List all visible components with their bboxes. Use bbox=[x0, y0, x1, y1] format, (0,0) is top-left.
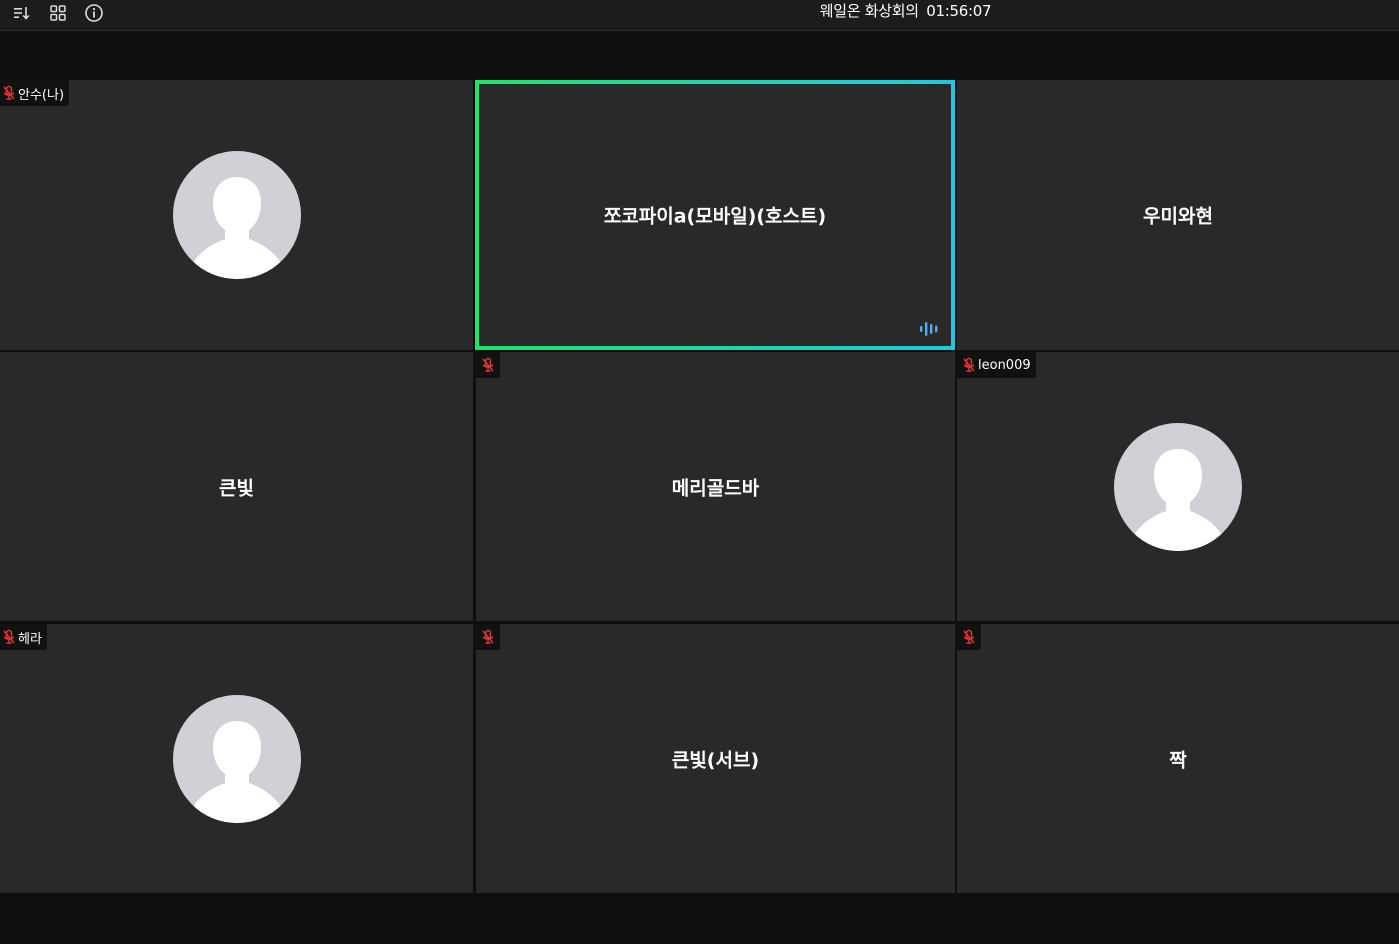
meeting-title: 웨일온 화상회의 01:56:07 bbox=[0, 0, 1399, 24]
participant-badge: leon009 bbox=[957, 352, 1036, 378]
muted-mic-icon bbox=[962, 629, 976, 645]
meeting-timer: 01:56:07 bbox=[926, 2, 992, 20]
participant-tile[interactable]: 우미와현 bbox=[957, 80, 1399, 350]
participant-tile[interactable]: 헤라 bbox=[0, 624, 473, 893]
bottom-bar bbox=[0, 893, 1399, 944]
meeting-name: 웨일온 화상회의 bbox=[819, 2, 919, 20]
speaking-indicator-icon bbox=[919, 320, 941, 338]
participant-name: 짝 bbox=[1169, 749, 1187, 771]
participant-badge bbox=[957, 624, 981, 650]
participant-grid: 안수(나) 쪼코파이a(모바일)(호스트) 우미와현 큰빛 메리골드바 leon… bbox=[0, 80, 1399, 893]
muted-mic-icon bbox=[2, 85, 16, 101]
avatar bbox=[1114, 422, 1242, 551]
avatar bbox=[172, 694, 301, 823]
participant-tile[interactable]: 안수(나) bbox=[0, 80, 473, 350]
participant-name: 메리골드바 bbox=[671, 477, 760, 499]
top-toolbar: 웨일온 화상회의 01:56:07 bbox=[0, 0, 1399, 31]
avatar-silhouette-icon bbox=[192, 177, 281, 279]
muted-mic-icon bbox=[962, 357, 976, 373]
participant-name: 우미와현 bbox=[1143, 205, 1213, 228]
participant-badge: 안수(나) bbox=[0, 80, 70, 106]
participant-tile[interactable]: 짝 bbox=[957, 624, 1399, 893]
participant-tile-active-speaker[interactable]: 쪼코파이a(모바일)(호스트) bbox=[475, 80, 955, 350]
participant-tile[interactable]: leon009 bbox=[957, 352, 1399, 621]
avatar-silhouette-icon bbox=[192, 720, 281, 823]
participant-name: 쪼코파이a(모바일)(호스트) bbox=[603, 205, 827, 228]
muted-mic-icon bbox=[481, 629, 495, 645]
participant-tile[interactable]: 큰빛 bbox=[0, 352, 473, 621]
participant-badge-label: leon009 bbox=[978, 357, 1031, 373]
avatar-silhouette-icon bbox=[1134, 448, 1222, 551]
muted-mic-icon bbox=[2, 629, 16, 645]
participant-name: 큰빛 bbox=[219, 477, 254, 499]
participant-badge-label: 안수(나) bbox=[18, 87, 65, 103]
participant-badge bbox=[476, 624, 500, 650]
participant-badge: 헤라 bbox=[0, 624, 47, 650]
avatar bbox=[172, 151, 301, 279]
participant-name: 큰빛(서브) bbox=[671, 749, 760, 771]
participant-tile[interactable]: 큰빛(서브) bbox=[476, 624, 955, 893]
participant-tile[interactable]: 메리골드바 bbox=[476, 352, 955, 621]
participant-badge bbox=[476, 352, 500, 378]
participant-badge-label: 헤라 bbox=[18, 631, 42, 647]
muted-mic-icon bbox=[481, 357, 495, 373]
